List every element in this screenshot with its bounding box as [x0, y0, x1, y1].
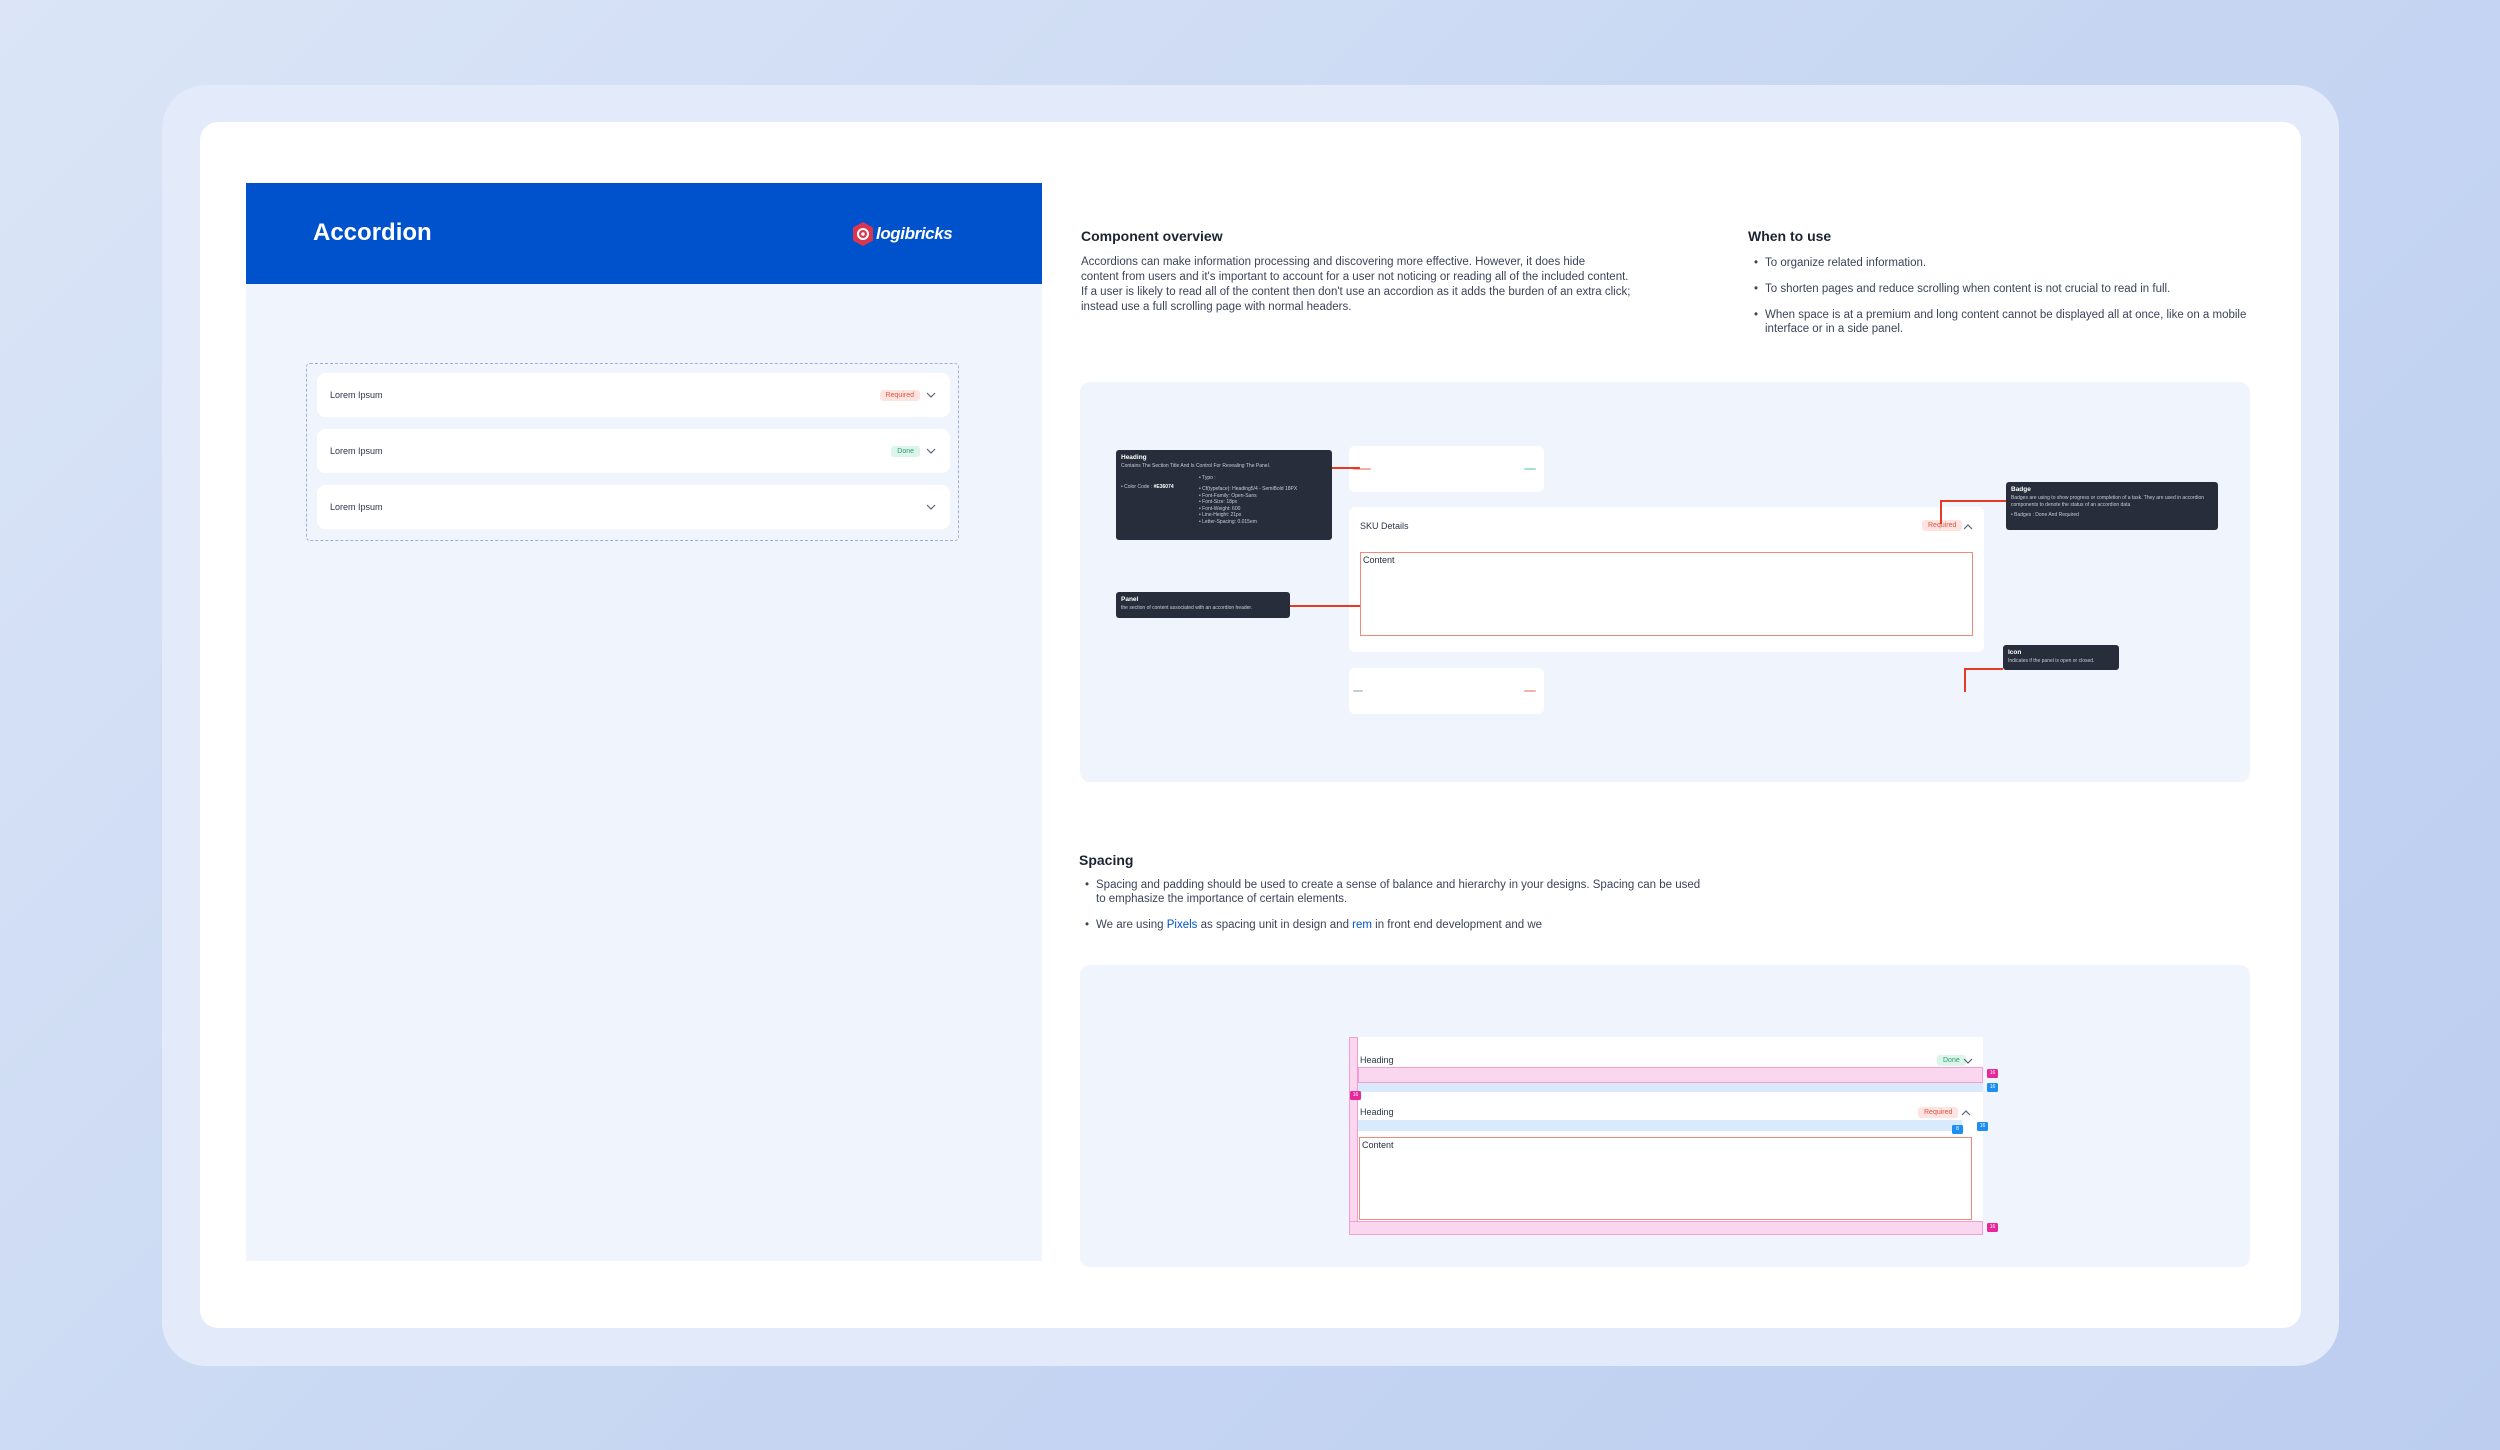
status-badge: Done [891, 445, 920, 457]
content-panel: Content [1359, 1137, 1972, 1220]
chevron-down-icon[interactable] [926, 448, 936, 455]
content-label: Content [1362, 1140, 1394, 1150]
list-item: When space is at a premium and long cont… [1748, 308, 2258, 336]
callout-title: Heading [1121, 454, 1147, 461]
status-badge: Done [1937, 1055, 1966, 1066]
connector-line [1940, 500, 1942, 524]
connector-line [1964, 668, 2003, 670]
heading-callout: Heading Contains The Section Title And I… [1116, 450, 1332, 540]
list-item: To shorten pages and reduce scrolling wh… [1748, 282, 2258, 296]
spacing-gap-band [1358, 1083, 1983, 1092]
rem-link[interactable]: rem [1352, 919, 1372, 931]
accordion-item[interactable]: Lorem Ipsum Required [317, 373, 950, 417]
list-item: Spacing and padding should be used to cr… [1079, 878, 1709, 906]
pixels-link[interactable]: Pixels [1167, 919, 1198, 931]
panel-callout: Panel the section of content associated … [1116, 592, 1290, 618]
placeholder-line [1353, 690, 1363, 692]
typo-list: • Cf(typeface): Heading5/4 - SemiBold 18… [1199, 486, 1297, 525]
connector-line [1940, 500, 2006, 502]
page-title: Accordion [313, 219, 432, 246]
chevron-up-icon [1963, 524, 1973, 530]
content-panel: Content [1360, 552, 1973, 636]
callout-description: Badges are using to show progress or com… [2011, 495, 2205, 508]
icon-callout: Icon Indicates if the panel is open or c… [2003, 645, 2119, 670]
spacing-heading: Heading [1360, 1107, 1394, 1117]
logo-text: logibricks [876, 224, 953, 243]
typo-item: • Letter-Spacing: 0.015em [1199, 518, 1257, 525]
when-to-use-list: To organize related information. To shor… [1748, 256, 2258, 348]
spacing-tag: 16 [1350, 1091, 1361, 1100]
chevron-down-icon[interactable] [926, 504, 936, 511]
list-item: To organize related information. [1748, 256, 2258, 270]
status-badge: Required [1922, 520, 1963, 531]
spacing-tag: 16 [1977, 1122, 1988, 1131]
status-badge: Required [1918, 1107, 1959, 1118]
overview-line: instead use a full scrolling page with n… [1081, 301, 1352, 313]
content-label: Content [1363, 555, 1395, 565]
spacing-gap-band [1358, 1120, 1962, 1131]
accordion-item-label: Lorem Ipsum [330, 502, 383, 512]
spacing-tag: 16 [1987, 1069, 1998, 1078]
brand-logo: logibricks [852, 221, 953, 247]
callout-description: the section of content associated with a… [1121, 605, 1253, 611]
expanded-accordion-preview: SKU Details Required Content [1349, 507, 1984, 652]
preview-column: Accordion logibricks Lorem Ipsum Require… [246, 183, 1042, 1261]
logo-mark-icon [853, 222, 873, 246]
callout-title: Badge [2011, 486, 2031, 493]
accordion-item-label: Lorem Ipsum [330, 390, 383, 400]
accordion-item[interactable]: Lorem Ipsum [317, 485, 950, 529]
chevron-down-icon[interactable] [926, 392, 936, 399]
collapsed-accordion-preview [1349, 446, 1544, 492]
overview-line: If a user is likely to read all of the c… [1081, 286, 1631, 298]
callout-title: Icon [2008, 649, 2022, 656]
spacing-padding-bottom [1349, 1221, 1983, 1235]
callout-description: Contains The Section Title And Is Contro… [1121, 463, 1271, 469]
placeholder-line [1524, 468, 1536, 470]
status-badge: Required [879, 389, 920, 401]
list-item: We are using Pixels as spacing unit in d… [1079, 918, 1709, 932]
collapsed-accordion-preview [1349, 668, 1544, 714]
spacing-padding-left [1349, 1037, 1358, 1235]
badge-callout: Badge Badges are using to show progress … [2006, 482, 2218, 530]
header-bar: Accordion logibricks [246, 183, 1042, 284]
overview-text: Accordions can make information processi… [1081, 255, 1701, 315]
spacing-tag: 16 [1987, 1083, 1998, 1092]
spacing-panel: Heading Done Heading Required Content 16… [1080, 965, 2250, 1267]
connector-line [1332, 467, 1360, 469]
spacing-tag: 16 [1987, 1223, 1998, 1232]
color-code-value: #E36074 [1153, 484, 1174, 490]
color-code-label: • Color Code : #E36074 [1121, 484, 1174, 490]
overview-line: content from users and it's important to… [1081, 271, 1629, 283]
chevron-down-icon [1963, 1058, 1973, 1064]
accordion-item[interactable]: Lorem Ipsum Done [317, 429, 950, 473]
spacing-gap-band [1358, 1067, 1983, 1083]
spacing-heading: Heading [1360, 1055, 1394, 1065]
spacing-list: Spacing and padding should be used to cr… [1079, 878, 1709, 944]
connector-line [1290, 605, 1360, 607]
accordion-item-label: Lorem Ipsum [330, 446, 383, 456]
accordion-heading: SKU Details [1360, 521, 1409, 531]
spacing-title: Spacing [1079, 852, 1134, 868]
callout-item: • Badges : Done And Required [2011, 512, 2079, 518]
callout-title: Panel [1121, 596, 1139, 603]
callout-description: Indicates if the panel is open or closed… [2008, 658, 2095, 664]
overview-title: Component overview [1081, 228, 1223, 244]
when-to-use-title: When to use [1748, 228, 1832, 244]
typo-label: • Typo : [1199, 475, 1216, 481]
connector-line [1964, 668, 1966, 692]
placeholder-line [1524, 690, 1536, 692]
overview-line: Accordions can make information processi… [1081, 256, 1586, 268]
accordion-demo: Lorem Ipsum Required Lorem Ipsum Done Lo… [306, 363, 959, 541]
spacing-tag: 8 [1952, 1125, 1963, 1134]
chevron-up-icon [1961, 1110, 1971, 1116]
anatomy-panel: SKU Details Required Content Heading Con… [1080, 382, 2250, 782]
